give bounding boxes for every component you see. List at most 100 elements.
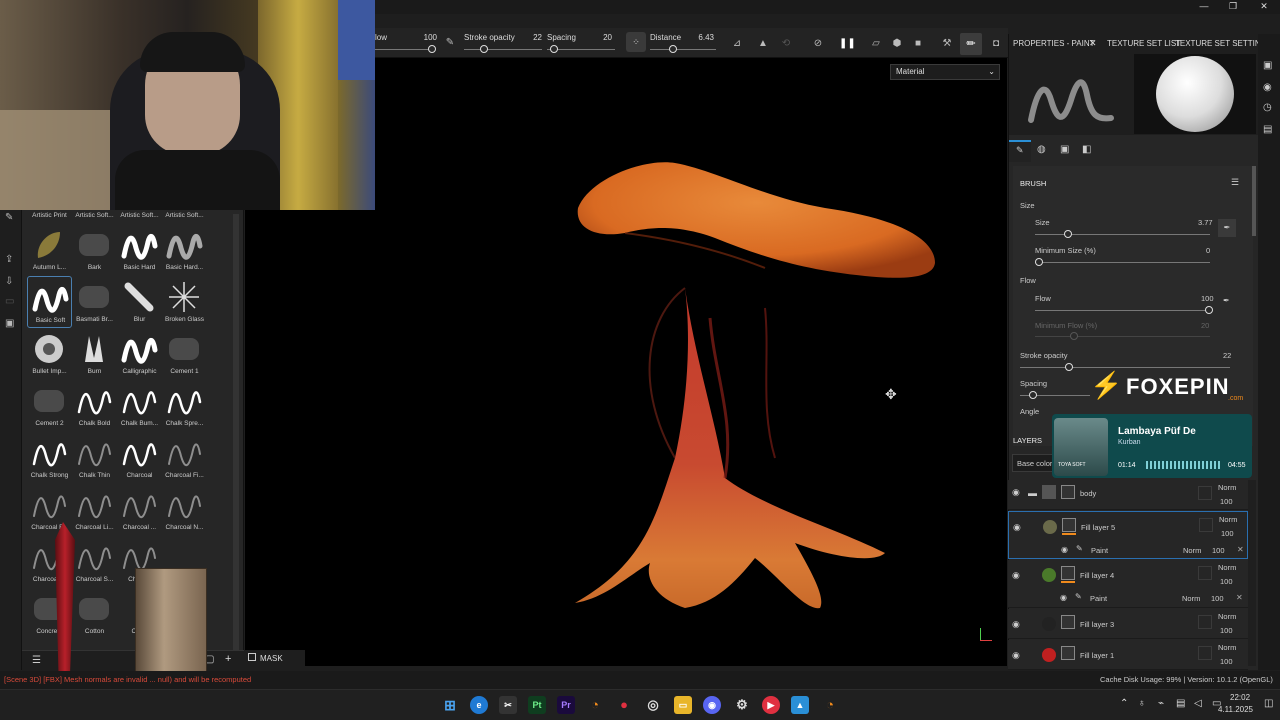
screenshot-icon[interactable]: ◘ xyxy=(989,37,1003,51)
add-icon[interactable]: + xyxy=(225,653,231,665)
import-icon[interactable]: ⇩ xyxy=(5,276,13,287)
eye-icon[interactable]: ◉ xyxy=(1012,619,1020,630)
brush-item[interactable]: Autumn L... xyxy=(27,224,72,276)
texture-set-icon[interactable]: ▣ xyxy=(1263,60,1272,71)
volume-icon[interactable]: ◁ xyxy=(1194,698,1202,709)
layer-row[interactable]: ◉ Fill layer 3 Norm 100 xyxy=(1008,609,1248,639)
layer-opacity[interactable]: 100 xyxy=(1220,657,1233,666)
brush-item[interactable]: Chalk Bold xyxy=(72,380,117,432)
brush-item[interactable]: Charcoal xyxy=(117,432,162,484)
layer-opacity[interactable]: 100 xyxy=(1220,577,1233,586)
brush-item[interactable]: Chalk Spre... xyxy=(162,380,207,432)
photo-app-icon[interactable]: ✂ xyxy=(499,696,517,714)
record-icon[interactable]: ● xyxy=(615,696,633,714)
sub-blend-mode[interactable]: Norm xyxy=(1183,546,1201,555)
properties-scrollbar[interactable] xyxy=(1252,166,1256,236)
painter-app-icon[interactable]: Pt xyxy=(528,696,546,714)
layer-opacity[interactable]: 100 xyxy=(1220,626,1233,635)
cube-icon[interactable]: ⬢ xyxy=(890,37,904,51)
premiere-icon[interactable]: Pr xyxy=(557,696,575,714)
distance-value[interactable]: 6.43 xyxy=(690,33,714,42)
brush-item[interactable]: Cotton xyxy=(72,588,117,640)
brush-icon[interactable]: ✎ xyxy=(443,36,457,50)
video-camera-icon[interactable]: ■ xyxy=(911,37,925,51)
spacing-knob[interactable] xyxy=(1029,391,1037,399)
min-size-value[interactable]: 0 xyxy=(1206,246,1210,255)
remove-effect-icon[interactable]: ✕ xyxy=(1237,545,1244,554)
brush-item[interactable]: Charcoal ... xyxy=(117,484,162,536)
brush-item[interactable]: Basic Hard xyxy=(117,224,162,276)
sub-opacity[interactable]: 100 xyxy=(1211,594,1224,603)
disable-icon[interactable]: ⊘ xyxy=(811,37,825,51)
brush-item[interactable]: Artistic Soft... xyxy=(162,210,207,224)
remove-effect-icon[interactable]: ✕ xyxy=(1236,593,1243,602)
flow-slider-track[interactable] xyxy=(375,49,433,50)
maximize-button[interactable]: ❐ xyxy=(1217,0,1249,14)
mask-button[interactable]: MASK xyxy=(245,650,305,667)
log-message[interactable]: [Scene 3D] [FBX] Mesh normals are invali… xyxy=(4,675,251,684)
paint-tool-icon[interactable]: ✎ xyxy=(5,212,13,223)
material-tab-icon[interactable]: ◧ xyxy=(1082,144,1091,155)
brush-item[interactable]: Charcoal N... xyxy=(162,484,207,536)
layer-blend-mode[interactable]: Norm xyxy=(1218,612,1236,621)
media-player-icon[interactable]: ▶ xyxy=(762,696,780,714)
settings-menu-icon[interactable]: ☰ xyxy=(1231,177,1239,188)
edge-icon[interactable]: e xyxy=(470,696,488,714)
spacing-knob[interactable] xyxy=(550,45,558,53)
camera-frame-icon[interactable]: ▱ xyxy=(869,37,883,51)
mask-checkbox[interactable] xyxy=(248,653,256,661)
history-icon[interactable]: ◷ xyxy=(1263,102,1272,113)
brush-item[interactable]: Basic Soft xyxy=(27,276,72,328)
brush-item[interactable]: Burn xyxy=(72,328,117,380)
brush-item[interactable]: Basic Hard... xyxy=(162,224,207,276)
photos-icon[interactable]: ▲ xyxy=(791,696,809,714)
layer-opacity[interactable]: 100 xyxy=(1220,497,1233,506)
layer-name[interactable]: Fill layer 4 xyxy=(1080,571,1114,580)
brush-item[interactable]: Cement 1 xyxy=(162,328,207,380)
close-button[interactable]: ✕ xyxy=(1248,0,1280,14)
spacing-value[interactable]: 20 xyxy=(588,33,612,42)
layer-name[interactable]: Fill layer 5 xyxy=(1081,523,1115,532)
layer-name[interactable]: Fill layer 1 xyxy=(1080,651,1114,660)
tab-texture-set-list[interactable]: TEXTURE SET LIST xyxy=(1107,39,1181,48)
blender-secondary-icon[interactable]: ◔ xyxy=(821,696,839,714)
steam-icon[interactable]: ⚙ xyxy=(733,696,751,714)
layer-blend-mode[interactable]: Norm xyxy=(1219,515,1237,524)
flow-value[interactable]: 100 xyxy=(1201,294,1214,303)
tab-properties-paint[interactable]: PROPERTIES - PAINT xyxy=(1013,39,1095,48)
windows-start-icon[interactable]: ⊞ xyxy=(441,696,459,714)
brush-item[interactable]: Bullet Imp... xyxy=(27,328,72,380)
eye-icon[interactable]: ◉ xyxy=(1012,487,1020,498)
min-size-knob[interactable] xyxy=(1035,258,1043,266)
flow-track[interactable] xyxy=(1035,310,1210,311)
size-track[interactable] xyxy=(1035,234,1210,235)
stroke-opacity-value[interactable]: 22 xyxy=(518,33,542,42)
network-icon[interactable]: ▤ xyxy=(1176,698,1185,709)
flow-knob[interactable] xyxy=(1205,306,1213,314)
sub-layer-name[interactable]: Paint xyxy=(1090,594,1107,603)
eye-icon[interactable]: ◉ xyxy=(1012,650,1020,661)
layer-row[interactable]: ◉ Fill layer 5 Norm 100 ◉ ✎ Paint Norm 1… xyxy=(1008,511,1248,559)
layer-color-slot[interactable] xyxy=(1199,518,1213,532)
pen-pressure-flow-icon[interactable]: ✒ xyxy=(1223,296,1230,305)
viewport-mode-select[interactable]: Material ⌄ xyxy=(890,64,1000,80)
stroke-opacity-track[interactable] xyxy=(1020,367,1230,368)
layer-row[interactable]: ◉ ▬ body Norm 100 xyxy=(1008,480,1248,510)
brush-scrollbar[interactable] xyxy=(233,214,239,650)
align-icon[interactable]: ⊿ xyxy=(730,37,744,51)
stroke-opacity-track[interactable] xyxy=(464,49,542,50)
sub-blend-mode[interactable]: Norm xyxy=(1182,594,1200,603)
layers-scrollbar[interactable] xyxy=(1248,480,1256,666)
discord-icon[interactable]: ◉ xyxy=(703,696,721,714)
sub-eye-icon[interactable]: ◉ xyxy=(1061,545,1068,554)
brush-item[interactable]: Bark xyxy=(72,224,117,276)
layer-color-slot[interactable] xyxy=(1198,486,1212,500)
layer-row[interactable]: ◉ Fill layer 1 Norm 100 xyxy=(1008,640,1248,670)
display-settings-icon[interactable]: ◉ xyxy=(1263,82,1272,93)
sub-layer-name[interactable]: Paint xyxy=(1091,546,1108,555)
layer-name[interactable]: body xyxy=(1080,489,1096,498)
size-knob[interactable] xyxy=(1064,230,1072,238)
layer-color-slot[interactable] xyxy=(1198,566,1212,580)
erase-icon[interactable]: ▭ xyxy=(5,296,14,307)
size-value[interactable]: 3.77 xyxy=(1198,218,1213,227)
